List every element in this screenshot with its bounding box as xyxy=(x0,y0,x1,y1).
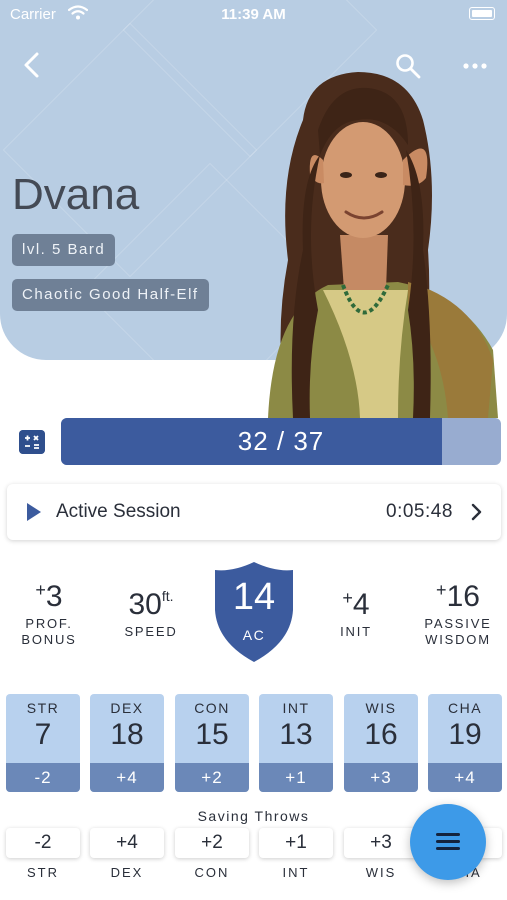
saving-throw-label: WIS xyxy=(365,865,397,880)
character-portrait xyxy=(268,72,498,418)
ability-modifier: +4 xyxy=(428,763,502,792)
ability-name: WIS xyxy=(365,700,397,716)
passive-wisdom-sign: + xyxy=(436,580,447,600)
saving-throw-con[interactable]: +2 xyxy=(175,828,249,858)
active-session-row[interactable]: Active Session 0:05:48 xyxy=(7,484,501,540)
speed-unit: ft. xyxy=(161,588,174,604)
status-bar: Carrier 11:39 AM xyxy=(0,0,507,32)
ability-score: 16 xyxy=(364,718,398,751)
prof-bonus-label: PROF. BONUS xyxy=(21,616,77,647)
init-value: 4 xyxy=(352,588,370,621)
hit-points-bar[interactable]: 32 / 37 xyxy=(61,418,501,465)
back-chevron-icon[interactable] xyxy=(18,50,48,80)
chevron-right-icon xyxy=(471,503,482,521)
more-options-icon[interactable] xyxy=(460,52,490,80)
ability-card-con[interactable]: CON 15 +2 xyxy=(175,694,249,792)
ability-score: 13 xyxy=(279,718,313,751)
proficiency-bonus-stat: +3 PROF. BONUS xyxy=(14,580,84,648)
ability-score: 7 xyxy=(34,718,52,751)
ability-score: 18 xyxy=(110,718,144,751)
saving-throw-label: CON xyxy=(194,865,230,880)
ability-modifier: +4 xyxy=(90,763,164,792)
passive-wisdom-value: 16 xyxy=(446,580,480,613)
ability-card-int[interactable]: INT 13 +1 xyxy=(259,694,333,792)
prof-bonus-sign: + xyxy=(35,580,46,600)
alignment-race-badge: Chaotic Good Half-Elf xyxy=(12,279,209,311)
armor-class-shield: 14 AC xyxy=(213,560,295,664)
ability-modifier: -2 xyxy=(6,763,80,792)
speed-label: SPEED xyxy=(124,624,178,639)
ability-modifier: +1 xyxy=(259,763,333,792)
speed-stat: 30ft. SPEED xyxy=(112,588,190,640)
ability-name: CHA xyxy=(447,700,483,716)
passive-wisdom-label: PASSIVE WISDOM xyxy=(424,616,492,647)
saving-throw-wis[interactable]: +3 xyxy=(344,828,418,858)
menu-fab-button[interactable] xyxy=(410,804,486,880)
hit-points-text: 32 / 37 xyxy=(237,426,325,456)
ability-card-wis[interactable]: WIS 16 +3 xyxy=(344,694,418,792)
class-level-badge: lvl. 5 Bard xyxy=(12,234,116,266)
saving-throw-str[interactable]: -2 xyxy=(6,828,80,858)
saving-throw-dex[interactable]: +4 xyxy=(90,828,164,858)
ability-modifier: +3 xyxy=(344,763,418,792)
ability-name: STR xyxy=(26,700,60,716)
session-label: Active Session xyxy=(56,501,181,522)
ability-modifier: +2 xyxy=(175,763,249,792)
initiative-stat: +4 INIT xyxy=(322,588,390,640)
saving-throw-int[interactable]: +1 xyxy=(259,828,333,858)
ability-name: CON xyxy=(194,700,230,716)
ability-name: DEX xyxy=(110,700,144,716)
prof-bonus-value: 3 xyxy=(45,580,63,613)
ability-card-str[interactable]: STR 7 -2 xyxy=(6,694,80,792)
saving-throw-label: INT xyxy=(282,865,310,880)
ability-card-cha[interactable]: CHA 19 +4 xyxy=(428,694,502,792)
calculator-icon[interactable] xyxy=(19,430,45,454)
ability-card-dex[interactable]: DEX 18 +4 xyxy=(90,694,164,792)
init-sign: + xyxy=(342,588,353,608)
armor-class-value: 14 xyxy=(232,576,276,618)
ability-score: 15 xyxy=(195,718,229,751)
character-name: Dvana xyxy=(12,170,140,219)
passive-wisdom-stat: +16 PASSIVE WISDOM xyxy=(412,580,504,648)
saving-throw-label: STR xyxy=(27,865,59,880)
init-label: INIT xyxy=(340,624,372,639)
ability-score: 19 xyxy=(448,718,482,751)
speed-value: 30 xyxy=(128,588,162,621)
battery-icon xyxy=(469,7,495,20)
session-timer: 0:05:48 xyxy=(386,501,453,522)
saving-throw-label: DEX xyxy=(110,865,144,880)
clock: 11:39 AM xyxy=(221,6,286,23)
search-icon[interactable] xyxy=(394,52,422,80)
play-icon xyxy=(27,503,41,521)
armor-class-label: AC xyxy=(242,627,266,643)
ability-name: INT xyxy=(282,700,310,716)
